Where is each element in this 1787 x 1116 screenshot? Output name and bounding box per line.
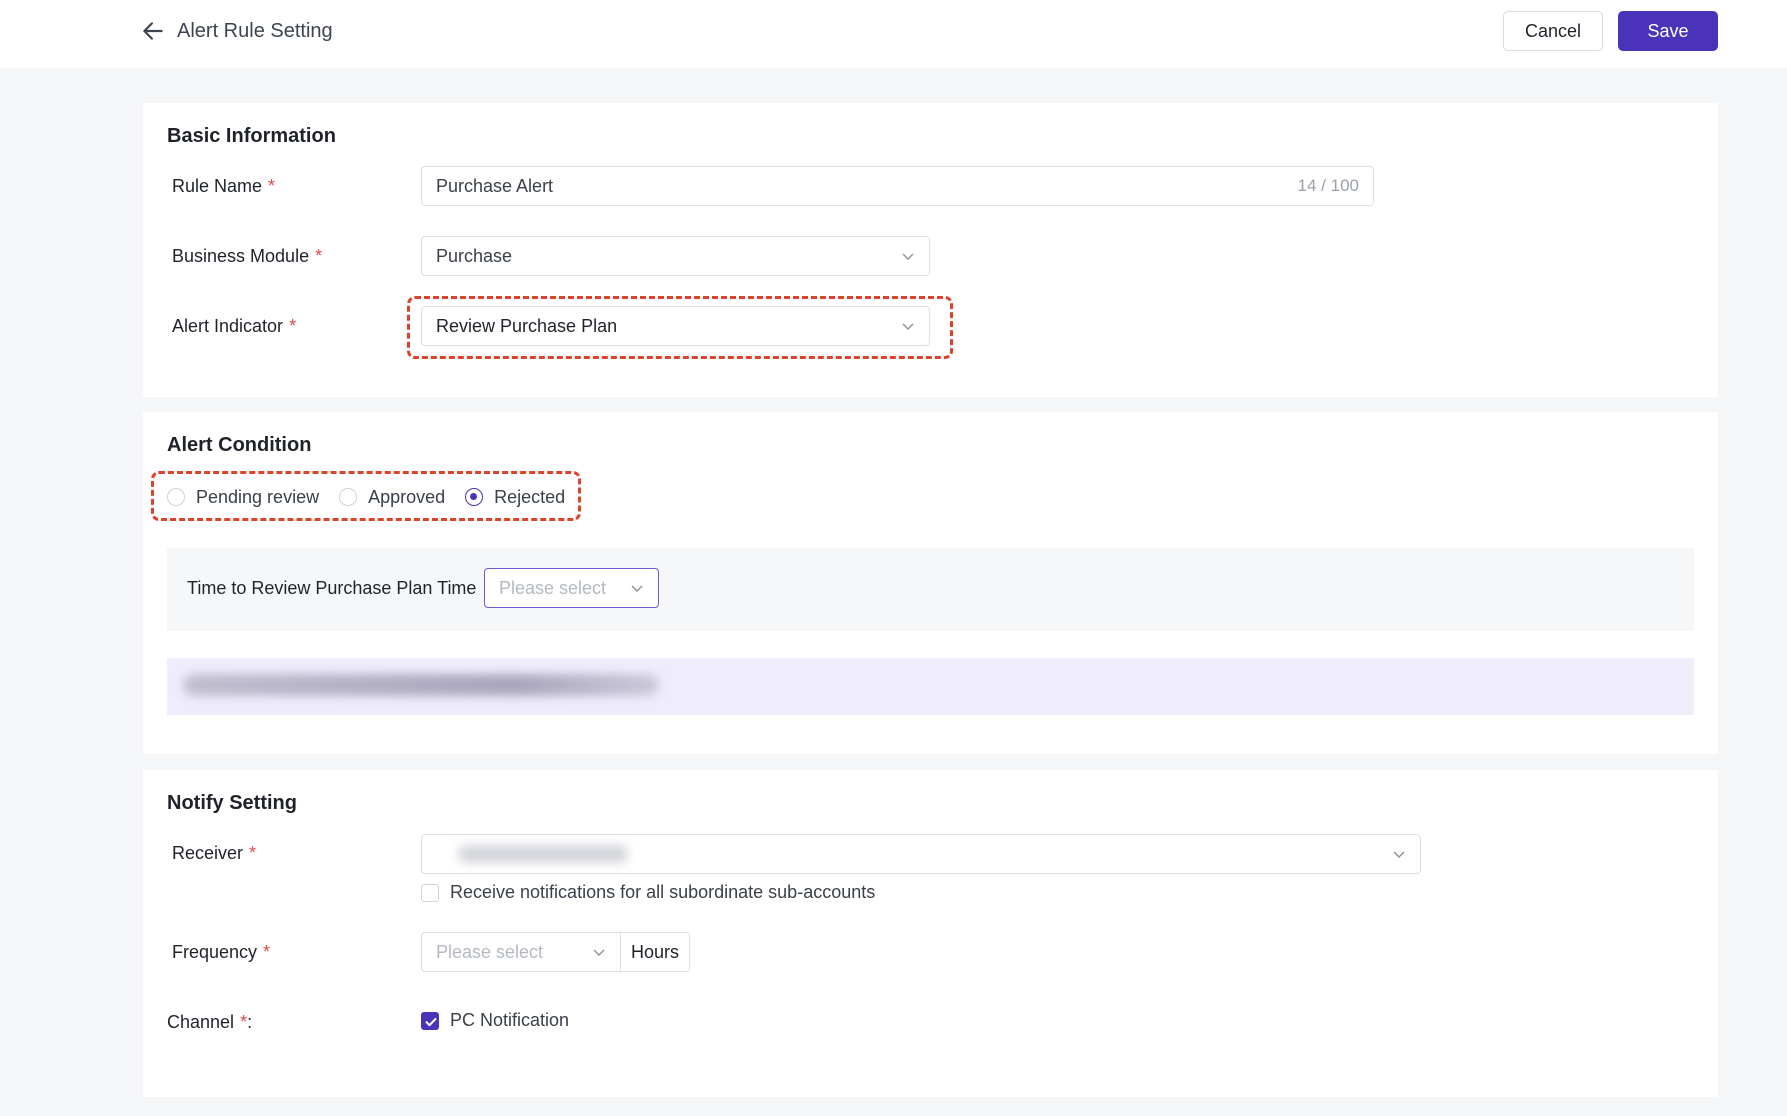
chevron-down-icon xyxy=(902,253,914,260)
review-status-radio-group: Pending review Approved Rejected xyxy=(167,482,585,512)
chevron-down-icon xyxy=(902,323,914,330)
review-time-label: Time to Review Purchase Plan Time xyxy=(187,578,477,598)
frequency-unit: Hours xyxy=(621,932,691,972)
radio-approved[interactable]: Approved xyxy=(339,487,445,508)
basic-information-card: Basic Information Rule Name * Purchase Al… xyxy=(143,103,1718,397)
subaccounts-checkbox-row[interactable]: Receive notifications for all subordinat… xyxy=(421,882,875,903)
frequency-input-group: Please select Hours xyxy=(421,932,691,972)
rule-name-input[interactable]: Purchase Alert 14 / 100 xyxy=(421,166,1374,206)
pc-notification-checkbox-row[interactable]: PC Notification xyxy=(421,1010,569,1031)
review-time-select[interactable]: Please select xyxy=(484,568,659,608)
required-mark: * xyxy=(263,942,271,962)
business-module-select[interactable]: Purchase xyxy=(421,236,930,276)
section-title-notify: Notify Setting xyxy=(167,792,297,814)
chevron-down-icon xyxy=(593,949,605,956)
subaccounts-label: Receive notifications for all subordinat… xyxy=(450,882,876,902)
save-button[interactable]: Save xyxy=(1618,11,1718,51)
channel-label: Channel *: xyxy=(167,1012,253,1032)
required-mark: * xyxy=(268,176,276,196)
radio-button[interactable] xyxy=(339,488,358,506)
chevron-down-icon xyxy=(631,585,643,592)
section-title-condition: Alert Condition xyxy=(167,434,312,456)
business-module-label: Business Module * xyxy=(172,246,323,266)
required-mark: * xyxy=(249,843,257,863)
frequency-placeholder: Please select xyxy=(436,941,544,962)
subaccounts-checkbox[interactable] xyxy=(421,883,439,902)
notify-setting-card: Notify Setting Receiver * Receive notific… xyxy=(143,770,1718,1097)
alert-indicator-value: Review Purchase Plan xyxy=(436,315,618,336)
required-mark: * xyxy=(289,316,297,336)
condition-setting-box: Time to Review Purchase Plan Time Please… xyxy=(167,548,1694,631)
top-bar: Alert Rule Setting Cancel Save xyxy=(0,0,1787,68)
alert-indicator-label: Alert Indicator * xyxy=(172,316,297,336)
radio-rejected[interactable]: Rejected xyxy=(465,487,565,508)
radio-pending-review[interactable]: Pending review xyxy=(167,487,319,508)
blurred-condition-text xyxy=(183,674,659,696)
frequency-select[interactable]: Please select xyxy=(421,932,621,972)
rule-name-value: Purchase Alert xyxy=(436,175,554,196)
arrow-left-icon[interactable] xyxy=(140,18,166,44)
required-mark: * xyxy=(315,246,323,266)
radio-button[interactable] xyxy=(167,488,185,506)
check-icon xyxy=(425,1017,437,1026)
receiver-select[interactable] xyxy=(421,834,1421,874)
radio-button-checked[interactable] xyxy=(465,488,484,506)
business-module-value: Purchase xyxy=(436,245,513,266)
alert-indicator-select[interactable]: Review Purchase Plan xyxy=(421,306,930,346)
character-counter: 14 / 100 xyxy=(1297,176,1359,195)
alert-condition-card: Alert Condition Pending review Approved … xyxy=(143,412,1718,754)
page-title: Alert Rule Setting xyxy=(177,20,333,42)
frequency-label: Frequency * xyxy=(172,942,271,962)
pc-notification-checkbox[interactable] xyxy=(421,1011,439,1030)
chevron-down-icon xyxy=(1393,851,1405,858)
review-time-placeholder: Please select xyxy=(499,577,607,598)
pc-notification-label: PC Notification xyxy=(450,1010,570,1030)
rule-name-label: Rule Name * xyxy=(172,176,276,196)
receiver-label: Receiver * xyxy=(172,843,257,863)
condition-description-strip xyxy=(167,658,1694,715)
section-title-basic: Basic Information xyxy=(167,125,336,147)
blurred-receiver-value xyxy=(458,845,628,863)
cancel-button[interactable]: Cancel xyxy=(1503,11,1603,51)
